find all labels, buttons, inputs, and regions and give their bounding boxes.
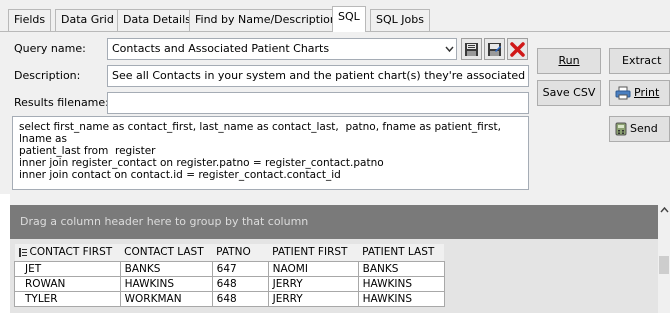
scroll-up-arrow-icon[interactable] <box>660 206 669 214</box>
save-csv-button-label: Save CSV <box>542 86 596 99</box>
column-header-label: CONTACT LAST <box>124 246 204 259</box>
column-header-patno[interactable]: PATNO <box>212 244 269 261</box>
run-button[interactable]: Run <box>537 48 601 74</box>
query-name-value: Contacts and Associated Patient Charts <box>112 42 330 55</box>
extract-button-label: Extract <box>622 54 662 67</box>
grid-top-margin <box>10 194 658 205</box>
description-value: See all Contacts in your system and the … <box>112 69 529 82</box>
tab-sql-jobs[interactable]: SQL Jobs <box>370 9 430 31</box>
delete-query-button[interactable] <box>507 38 528 60</box>
cell-patient-first[interactable]: JERRY <box>267 290 359 307</box>
sql-panel: Query name: Contacts and Associated Pati… <box>0 32 670 194</box>
tab-label: SQL Jobs <box>376 13 424 26</box>
table-row[interactable]: TYLER WORKMAN 648 JERRY HAWKINS <box>14 290 445 307</box>
run-button-label: Run <box>558 54 580 67</box>
query-name-combobox[interactable]: Contacts and Associated Patient Charts <box>107 38 457 60</box>
chevron-down-icon <box>445 46 454 53</box>
cell-contact-first[interactable]: JET <box>14 260 121 277</box>
save-csv-button[interactable]: Save CSV <box>537 80 601 106</box>
header-row: CONTACT FIRST CONTACT LAST PATNO PATIENT… <box>14 244 445 261</box>
group-by-panel[interactable]: Drag a column header here to group by th… <box>10 205 658 239</box>
cell-patient-last[interactable]: HAWKINS <box>357 290 445 307</box>
cell-patno[interactable]: 647 <box>211 260 269 277</box>
tab-find-by-name[interactable]: Find by Name/Description <box>189 9 343 31</box>
send-button-label: Send <box>630 122 658 135</box>
tab-sql[interactable]: SQL <box>332 6 366 32</box>
cell-patno[interactable]: 648 <box>211 290 269 307</box>
column-header-label: PATNO <box>216 246 251 259</box>
cell-contact-last[interactable]: BANKS <box>119 260 213 277</box>
sql-editor[interactable]: select first_name as contact_first, last… <box>12 116 529 190</box>
tab-fields[interactable]: Fields <box>8 9 52 31</box>
extract-button[interactable]: Extract <box>609 48 670 74</box>
tab-label: Find by Name/Description <box>195 13 337 26</box>
print-button-label: Print <box>634 86 660 99</box>
save-icon <box>465 42 478 56</box>
column-header-label: PATIENT LAST <box>362 246 435 259</box>
tab-label: Fields <box>14 13 46 26</box>
save-as-query-button[interactable] <box>484 38 505 60</box>
cell-contact-first[interactable]: TYLER <box>14 290 121 307</box>
tab-data-grid[interactable]: Data Grid <box>55 9 120 31</box>
delete-x-icon <box>510 41 525 57</box>
column-header-contact-last[interactable]: CONTACT LAST <box>120 244 213 261</box>
cell-patno[interactable]: 648 <box>211 275 269 292</box>
results-filename-input[interactable] <box>107 92 529 114</box>
column-header-patient-first[interactable]: PATIENT FIRST <box>268 244 359 261</box>
column-header-patient-last[interactable]: PATIENT LAST <box>358 244 445 261</box>
table-row[interactable]: ROWAN HAWKINS 648 JERRY HAWKINS <box>14 275 445 292</box>
group-by-hint: Drag a column header here to group by th… <box>20 215 309 228</box>
description-input[interactable]: See all Contacts in your system and the … <box>107 65 529 87</box>
send-button[interactable]: Send <box>609 116 670 142</box>
tab-data-details[interactable]: Data Details <box>117 9 197 31</box>
tab-label: Data Details <box>123 13 191 26</box>
column-header-label: PATIENT FIRST <box>272 246 348 259</box>
column-header-label: CONTACT FIRST <box>29 246 113 259</box>
tab-strip: Fields Data Grid Data Details Find by Na… <box>0 0 670 32</box>
results-grid: Drag a column header here to group by th… <box>0 194 670 313</box>
column-chooser-icon <box>18 247 27 257</box>
query-name-label: Query name: <box>14 42 86 55</box>
printer-icon <box>615 86 631 100</box>
cell-patient-last[interactable]: HAWKINS <box>357 275 445 292</box>
save-query-button[interactable] <box>461 38 482 60</box>
column-header-contact-first[interactable]: CONTACT FIRST <box>14 244 121 261</box>
tab-label: Data Grid <box>61 13 114 26</box>
save-as-icon <box>488 42 501 56</box>
table-row[interactable]: JET BANKS 647 NAOMI BANKS <box>14 260 445 277</box>
cell-patient-first[interactable]: JERRY <box>267 275 359 292</box>
cell-contact-first[interactable]: ROWAN <box>14 275 121 292</box>
results-filename-label: Results filename: <box>14 96 109 109</box>
cell-patient-first[interactable]: NAOMI <box>267 260 359 277</box>
scrollbar-thumb[interactable] <box>659 256 669 274</box>
description-label: Description: <box>14 69 81 82</box>
cell-contact-last[interactable]: WORKMAN <box>119 290 213 307</box>
cell-patient-last[interactable]: BANKS <box>357 260 445 277</box>
print-button[interactable]: Print <box>609 80 670 106</box>
phone-icon <box>615 122 627 136</box>
tab-label: SQL <box>338 10 360 23</box>
cell-contact-last[interactable]: HAWKINS <box>119 275 213 292</box>
results-table: CONTACT FIRST CONTACT LAST PATNO PATIENT… <box>14 244 445 307</box>
